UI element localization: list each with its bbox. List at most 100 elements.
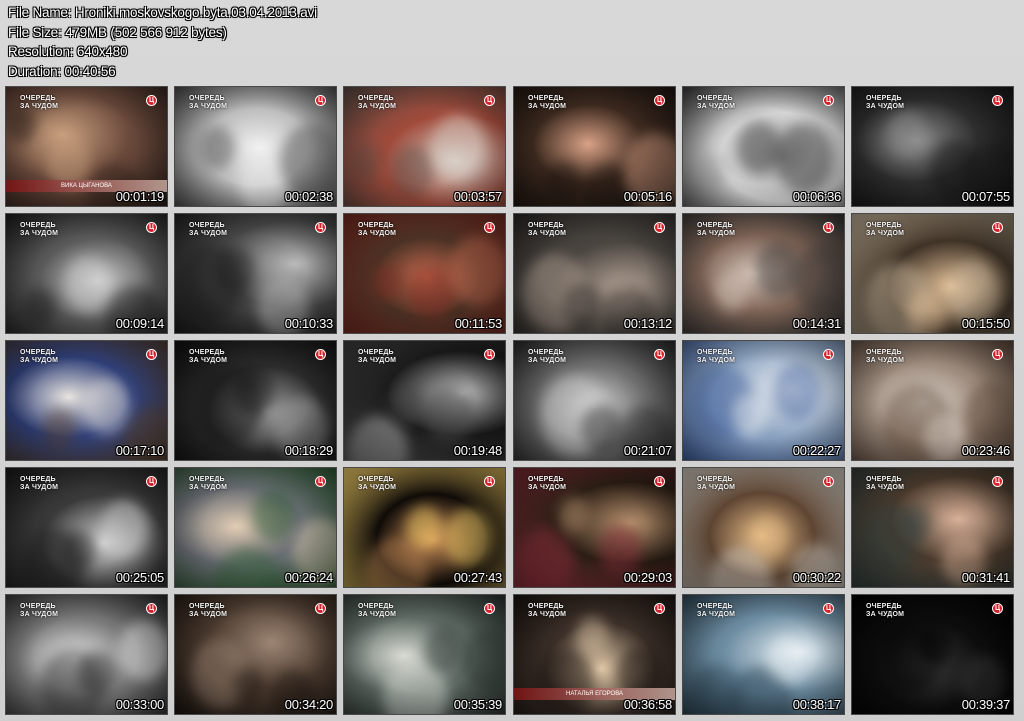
program-logo-line2: ЗА ЧУДОМ <box>528 357 567 364</box>
video-thumbnail[interactable]: ОЧЕРЕДЬ ЗА ЧУДОМ Ц 00:15:50 <box>851 213 1014 334</box>
program-logo: ОЧЕРЕДЬ ЗА ЧУДОМ <box>697 222 735 238</box>
video-thumbnail[interactable]: ОЧЕРЕДЬ ЗА ЧУДОМ Ц 00:13:12 <box>513 213 676 334</box>
video-thumbnail[interactable]: ОЧЕРЕДЬ ЗА ЧУДОМ Ц 00:33:00 <box>5 594 168 715</box>
timestamp: 00:15:50 <box>961 316 1011 331</box>
video-thumbnail[interactable]: ОЧЕРЕДЬ ЗА ЧУДОМ Ц 00:27:43 <box>343 467 506 588</box>
video-thumbnail[interactable]: ОЧЕРЕДЬ ЗА ЧУДОМ Ц 00:21:07 <box>513 340 676 461</box>
timestamp: 00:36:58 <box>623 697 673 712</box>
program-logo: ОЧЕРЕДЬ ЗА ЧУДОМ <box>189 349 227 365</box>
channel-logo-icon: Ц <box>654 349 665 360</box>
program-logo: ОЧЕРЕДЬ ЗА ЧУДОМ <box>189 603 227 619</box>
program-logo-line2: ЗА ЧУДОМ <box>528 484 567 491</box>
timestamp: 00:33:00 <box>115 697 165 712</box>
channel-logo-icon: Ц <box>146 349 157 360</box>
video-thumbnail[interactable]: ОЧЕРЕДЬ ЗА ЧУДОМ Ц ВИКА ЦЫГАНОВА 00:01:19 <box>5 86 168 207</box>
video-thumbnail[interactable]: ОЧЕРЕДЬ ЗА ЧУДОМ Ц 00:06:36 <box>682 86 845 207</box>
timestamp: 00:21:07 <box>623 443 673 458</box>
channel-logo-icon: Ц <box>992 476 1003 487</box>
video-thumbnail[interactable]: ОЧЕРЕДЬ ЗА ЧУДОМ Ц 00:38:17 <box>682 594 845 715</box>
video-thumbnail[interactable]: ОЧЕРЕДЬ ЗА ЧУДОМ Ц НАТАЛЬЯ ЕГОРОВА 00:36:58 <box>513 594 676 715</box>
video-thumbnail[interactable]: ОЧЕРЕДЬ ЗА ЧУДОМ Ц 00:18:29 <box>174 340 337 461</box>
channel-logo-icon: Ц <box>823 349 834 360</box>
channel-logo-icon: Ц <box>992 349 1003 360</box>
channel-logo-icon: Ц <box>484 603 495 614</box>
channel-logo-icon: Ц <box>315 95 326 106</box>
program-logo: ОЧЕРЕДЬ ЗА ЧУДОМ <box>20 349 58 365</box>
resolution: Resolution: 640x480 <box>8 44 128 59</box>
program-logo-line1: ОЧЕРЕДЬ <box>189 476 225 483</box>
video-thumbnail[interactable]: ОЧЕРЕДЬ ЗА ЧУДОМ Ц 00:17:10 <box>5 340 168 461</box>
program-logo: ОЧЕРЕДЬ ЗА ЧУДОМ <box>189 222 227 238</box>
program-logo-line1: ОЧЕРЕДЬ <box>358 95 394 102</box>
program-logo: ОЧЕРЕДЬ ЗА ЧУДОМ <box>866 95 904 111</box>
channel-logo-icon: Ц <box>654 95 665 106</box>
program-logo: ОЧЕРЕДЬ ЗА ЧУДОМ <box>20 222 58 238</box>
program-logo-line2: ЗА ЧУДОМ <box>697 230 736 237</box>
program-logo-line1: ОЧЕРЕДЬ <box>866 349 902 356</box>
channel-logo-icon: Ц <box>654 603 665 614</box>
thumbnail-grid: ОЧЕРЕДЬ ЗА ЧУДОМ Ц ВИКА ЦЫГАНОВА 00:01:19 ОЧЕ… <box>5 86 1019 716</box>
channel-logo-icon: Ц <box>992 222 1003 233</box>
channel-logo-icon: Ц <box>823 603 834 614</box>
program-logo: ОЧЕРЕДЬ ЗА ЧУДОМ <box>866 603 904 619</box>
program-logo-line1: ОЧЕРЕДЬ <box>20 222 56 229</box>
video-thumbnail[interactable]: ОЧЕРЕДЬ ЗА ЧУДОМ Ц 00:19:48 <box>343 340 506 461</box>
timestamp: 00:29:03 <box>623 570 673 585</box>
timestamp: 00:03:57 <box>453 189 503 204</box>
video-thumbnail[interactable]: ОЧЕРЕДЬ ЗА ЧУДОМ Ц 00:23:46 <box>851 340 1014 461</box>
program-logo-line2: ЗА ЧУДОМ <box>697 611 736 618</box>
video-thumbnail[interactable]: ОЧЕРЕДЬ ЗА ЧУДОМ Ц 00:26:24 <box>174 467 337 588</box>
video-thumbnail[interactable]: ОЧЕРЕДЬ ЗА ЧУДОМ Ц 00:11:53 <box>343 213 506 334</box>
channel-logo-icon: Ц <box>146 95 157 106</box>
program-logo-line1: ОЧЕРЕДЬ <box>20 95 56 102</box>
program-logo: ОЧЕРЕДЬ ЗА ЧУДОМ <box>528 95 566 111</box>
program-logo-line2: ЗА ЧУДОМ <box>189 357 228 364</box>
program-logo: ОЧЕРЕДЬ ЗА ЧУДОМ <box>528 349 566 365</box>
video-thumbnail[interactable]: ОЧЕРЕДЬ ЗА ЧУДОМ Ц 00:30:22 <box>682 467 845 588</box>
file-name: File Name: Hroniki.moskovskogo.byta.03.0… <box>8 5 317 20</box>
video-thumbnail[interactable]: ОЧЕРЕДЬ ЗА ЧУДОМ Ц 00:05:16 <box>513 86 676 207</box>
program-logo-line1: ОЧЕРЕДЬ <box>697 603 733 610</box>
video-thumbnail[interactable]: ОЧЕРЕДЬ ЗА ЧУДОМ Ц 00:07:55 <box>851 86 1014 207</box>
channel-logo-icon: Ц <box>146 222 157 233</box>
video-thumbnail[interactable]: ОЧЕРЕДЬ ЗА ЧУДОМ Ц 00:34:20 <box>174 594 337 715</box>
video-thumbnail[interactable]: ОЧЕРЕДЬ ЗА ЧУДОМ Ц 00:03:57 <box>343 86 506 207</box>
program-logo-line1: ОЧЕРЕДЬ <box>189 222 225 229</box>
program-logo: ОЧЕРЕДЬ ЗА ЧУДОМ <box>697 476 735 492</box>
duration: Duration: 00:40:56 <box>8 63 116 79</box>
video-thumbnail[interactable]: ОЧЕРЕДЬ ЗА ЧУДОМ Ц 00:35:39 <box>343 594 506 715</box>
timestamp: 00:23:46 <box>961 443 1011 458</box>
video-thumbnail[interactable]: ОЧЕРЕДЬ ЗА ЧУДОМ Ц 00:29:03 <box>513 467 676 588</box>
program-logo-line1: ОЧЕРЕДЬ <box>20 603 56 610</box>
channel-logo-icon: Ц <box>823 476 834 487</box>
program-logo: ОЧЕРЕДЬ ЗА ЧУДОМ <box>697 349 735 365</box>
video-thumbnail[interactable]: ОЧЕРЕДЬ ЗА ЧУДОМ Ц 00:02:38 <box>174 86 337 207</box>
channel-logo-icon: Ц <box>315 349 326 360</box>
program-logo-line2: ЗА ЧУДОМ <box>189 484 228 491</box>
channel-logo-icon: Ц <box>992 603 1003 614</box>
program-logo: ОЧЕРЕДЬ ЗА ЧУДОМ <box>358 95 396 111</box>
video-thumbnail[interactable]: ОЧЕРЕДЬ ЗА ЧУДОМ Ц 00:25:05 <box>5 467 168 588</box>
program-logo-line2: ЗА ЧУДОМ <box>866 103 905 110</box>
program-logo: ОЧЕРЕДЬ ЗА ЧУДОМ <box>358 349 396 365</box>
program-logo-line2: ЗА ЧУДОМ <box>697 484 736 491</box>
program-logo: ОЧЕРЕДЬ ЗА ЧУДОМ <box>697 95 735 111</box>
channel-logo-icon: Ц <box>146 476 157 487</box>
timestamp: 00:09:14 <box>115 316 165 331</box>
video-thumbnail[interactable]: ОЧЕРЕДЬ ЗА ЧУДОМ Ц 00:09:14 <box>5 213 168 334</box>
program-logo-line1: ОЧЕРЕДЬ <box>189 95 225 102</box>
program-logo-line1: ОЧЕРЕДЬ <box>358 476 394 483</box>
program-logo: ОЧЕРЕДЬ ЗА ЧУДОМ <box>866 222 904 238</box>
video-thumbnail[interactable]: ОЧЕРЕДЬ ЗА ЧУДОМ Ц 00:39:37 <box>851 594 1014 715</box>
timestamp: 00:27:43 <box>453 570 503 585</box>
program-logo: ОЧЕРЕДЬ ЗА ЧУДОМ <box>358 476 396 492</box>
video-thumbnail[interactable]: ОЧЕРЕДЬ ЗА ЧУДОМ Ц 00:22:27 <box>682 340 845 461</box>
program-logo-line2: ЗА ЧУДОМ <box>189 230 228 237</box>
program-logo: ОЧЕРЕДЬ ЗА ЧУДОМ <box>20 603 58 619</box>
video-thumbnail[interactable]: ОЧЕРЕДЬ ЗА ЧУДОМ Ц 00:10:33 <box>174 213 337 334</box>
timestamp: 00:17:10 <box>115 443 165 458</box>
timestamp: 00:18:29 <box>284 443 334 458</box>
video-thumbnail[interactable]: ОЧЕРЕДЬ ЗА ЧУДОМ Ц 00:14:31 <box>682 213 845 334</box>
video-thumbnail[interactable]: ОЧЕРЕДЬ ЗА ЧУДОМ Ц 00:31:41 <box>851 467 1014 588</box>
program-logo: ОЧЕРЕДЬ ЗА ЧУДОМ <box>189 476 227 492</box>
